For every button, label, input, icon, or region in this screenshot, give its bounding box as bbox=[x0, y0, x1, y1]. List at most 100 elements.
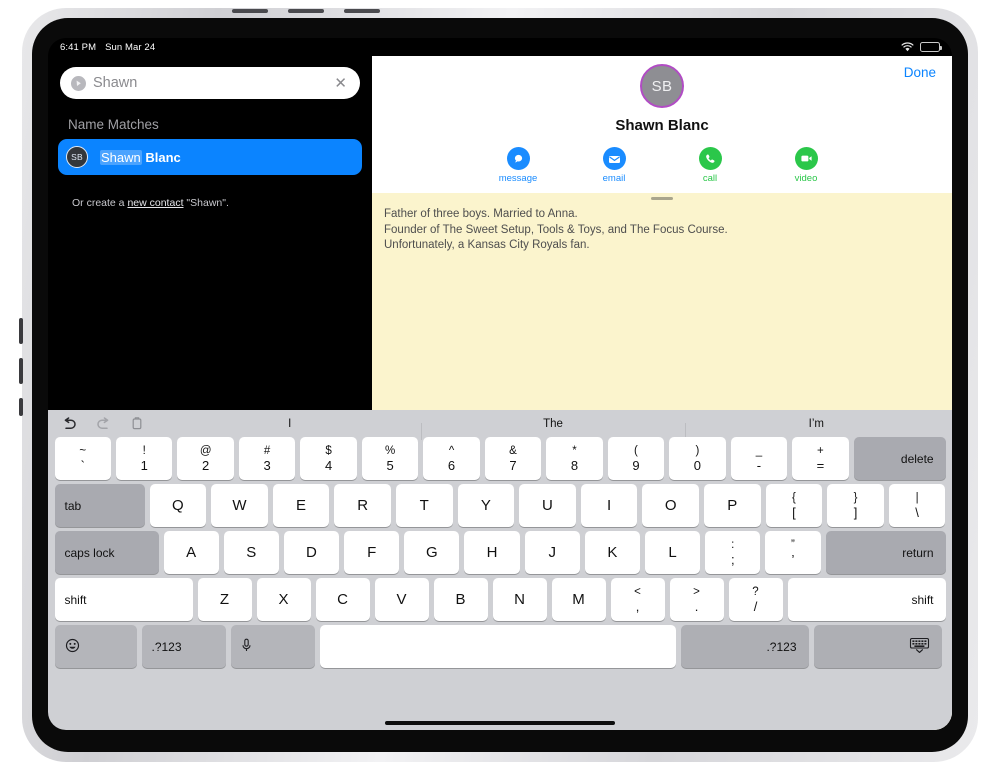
action-video[interactable]: video bbox=[781, 147, 831, 184]
key-w[interactable]: W bbox=[211, 484, 268, 527]
action-call[interactable]: call bbox=[685, 147, 735, 184]
key-0[interactable]: ) 0 bbox=[669, 437, 726, 480]
key-period[interactable]: >. bbox=[669, 578, 724, 621]
key-numbers-left[interactable]: .?123 bbox=[141, 625, 226, 668]
key-top-label: + bbox=[817, 444, 824, 457]
key-emoji[interactable] bbox=[54, 625, 137, 668]
key-1[interactable]: ! 1 bbox=[115, 437, 173, 480]
top-button-1[interactable] bbox=[232, 9, 268, 13]
wifi-icon bbox=[901, 42, 914, 52]
key-m[interactable]: M bbox=[551, 578, 606, 621]
key-bottom-label: 1 bbox=[140, 457, 148, 473]
key-z[interactable]: Z bbox=[197, 578, 252, 621]
top-button-2[interactable] bbox=[288, 9, 324, 13]
key-y[interactable]: Y bbox=[457, 484, 515, 527]
key-t[interactable]: T bbox=[395, 484, 453, 527]
key-bracket-right[interactable]: }] bbox=[827, 484, 884, 527]
key-f[interactable]: F bbox=[344, 531, 400, 574]
key-h[interactable]: H bbox=[464, 531, 520, 574]
new-contact-link[interactable]: new contact bbox=[127, 197, 183, 209]
clear-search-icon[interactable]: ✕ bbox=[333, 74, 348, 93]
key-s[interactable]: S bbox=[223, 531, 279, 574]
matched-text: Shawn bbox=[100, 149, 142, 165]
key-bottom-label: ] bbox=[853, 504, 858, 520]
key-caps-lock[interactable]: caps lock bbox=[54, 531, 159, 574]
key-x[interactable]: X bbox=[256, 578, 311, 621]
prediction-0[interactable]: I bbox=[158, 418, 421, 430]
status-indicators bbox=[901, 42, 942, 52]
key-slash[interactable]: ? / bbox=[728, 578, 783, 621]
key-l[interactable]: L bbox=[645, 531, 701, 574]
done-button[interactable]: Done bbox=[904, 65, 936, 80]
key-shift-left[interactable]: shift bbox=[54, 578, 193, 621]
key-a[interactable]: A bbox=[163, 531, 219, 574]
key-backslash[interactable]: | \ bbox=[888, 484, 946, 527]
key-space[interactable] bbox=[319, 625, 676, 668]
key-7[interactable]: & 7 bbox=[484, 437, 542, 480]
power-button[interactable] bbox=[19, 398, 23, 416]
key-p[interactable]: P bbox=[703, 484, 761, 527]
key-i[interactable]: I bbox=[580, 484, 638, 527]
key-b[interactable]: B bbox=[433, 578, 488, 621]
top-button-3[interactable] bbox=[344, 9, 380, 13]
contact-avatar[interactable]: SB bbox=[640, 64, 684, 108]
key-shift-right[interactable]: shift bbox=[787, 578, 946, 621]
key-g[interactable]: G bbox=[404, 531, 460, 574]
key-return[interactable]: return bbox=[825, 531, 946, 574]
search-field[interactable]: Shawn ✕ bbox=[60, 67, 360, 99]
key-q[interactable]: Q bbox=[149, 484, 207, 527]
home-indicator[interactable] bbox=[385, 721, 615, 725]
key-j[interactable]: J bbox=[524, 531, 580, 574]
action-email[interactable]: email bbox=[589, 147, 639, 184]
onscreen-keyboard: I The I’m ~ ` ! 1 @2 #3 $4 % 5 ^ 6 & 7 * 8 bbox=[48, 410, 952, 730]
key-n[interactable]: N bbox=[492, 578, 547, 621]
key-2[interactable]: @2 bbox=[177, 437, 234, 480]
prediction-1[interactable]: The bbox=[421, 418, 684, 440]
undo-arrow-icon[interactable] bbox=[52, 416, 86, 431]
key-9[interactable]: (9 bbox=[607, 437, 665, 480]
search-input[interactable]: Shawn bbox=[93, 75, 333, 91]
volume-up-button[interactable] bbox=[19, 318, 23, 344]
key-3[interactable]: #3 bbox=[238, 437, 296, 480]
key-tab[interactable]: tab bbox=[54, 484, 145, 527]
key-v[interactable]: V bbox=[374, 578, 429, 621]
list-item-contact-match[interactable]: SB Shawn Blanc bbox=[58, 139, 362, 175]
key-k[interactable]: K bbox=[584, 531, 640, 574]
key-bracket-left[interactable]: {[ bbox=[765, 484, 823, 527]
key-top-label: ~ bbox=[79, 444, 87, 457]
note-text[interactable]: Father of three boys. Married to Anna. F… bbox=[372, 207, 952, 254]
key-quote[interactable]: ”’ bbox=[765, 531, 821, 574]
prediction-2[interactable]: I’m bbox=[684, 418, 948, 440]
key-e[interactable]: E bbox=[272, 484, 330, 527]
key-tilde[interactable]: ~ ` bbox=[54, 437, 111, 480]
key-semicolon[interactable]: :; bbox=[705, 531, 761, 574]
redo-arrow-icon[interactable] bbox=[86, 416, 120, 431]
key-c[interactable]: C bbox=[315, 578, 370, 621]
volume-down-button[interactable] bbox=[19, 358, 23, 384]
key-6[interactable]: ^ 6 bbox=[423, 437, 480, 480]
drag-handle[interactable] bbox=[651, 197, 673, 200]
key-delete[interactable]: delete bbox=[853, 437, 946, 480]
key-8[interactable]: * 8 bbox=[546, 437, 603, 480]
key-equals[interactable]: + = bbox=[792, 437, 849, 480]
key-bottom-label: = bbox=[816, 457, 825, 473]
key-microphone[interactable] bbox=[230, 625, 315, 668]
key-comma[interactable]: <, bbox=[610, 578, 665, 621]
key-r[interactable]: R bbox=[334, 484, 391, 527]
key-numbers-right[interactable]: .?123 bbox=[680, 625, 809, 668]
key-u[interactable]: U bbox=[519, 484, 576, 527]
key-4[interactable]: $4 bbox=[300, 437, 357, 480]
key-d[interactable]: D bbox=[283, 531, 340, 574]
key-o[interactable]: O bbox=[642, 484, 699, 527]
key-bottom-label: [ bbox=[792, 504, 796, 520]
key-top-label: _ bbox=[755, 444, 763, 457]
key-bottom-label: ` bbox=[80, 457, 85, 473]
key-bottom-label: 2 bbox=[202, 457, 210, 473]
key-dismiss-keyboard[interactable] bbox=[813, 625, 942, 668]
key-top-label: * bbox=[572, 444, 577, 457]
action-message[interactable]: message bbox=[493, 147, 543, 184]
key-minus[interactable]: _ - bbox=[730, 437, 788, 480]
key-5[interactable]: % 5 bbox=[361, 437, 419, 480]
key-top-label: } bbox=[853, 491, 858, 504]
clipboard-paste-icon[interactable] bbox=[120, 416, 154, 431]
